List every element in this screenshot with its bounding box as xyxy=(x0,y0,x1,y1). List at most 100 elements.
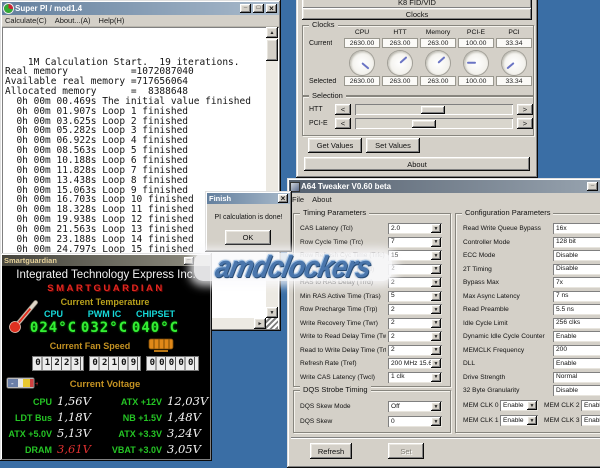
gauge-selected-field[interactable]: 100.00 xyxy=(458,76,494,86)
scroll-right-button[interactable]: ► xyxy=(254,318,266,329)
finish-titlebar[interactable]: Finish × xyxy=(207,193,290,204)
clocks-section-button[interactable]: Clocks xyxy=(302,8,532,20)
dqs-combobox[interactable]: 0 ▼ xyxy=(388,416,442,427)
chevron-down-icon[interactable]: ▼ xyxy=(431,359,441,368)
set-values-button[interactable]: Set Values xyxy=(366,138,420,153)
menu-about[interactable]: About...(A) xyxy=(52,15,96,27)
memclk-combobox[interactable]: Enable ▼ xyxy=(581,415,600,426)
gauge-current-field[interactable]: 100.00 xyxy=(458,38,494,48)
chevron-down-icon[interactable]: ▼ xyxy=(431,238,441,247)
slider-track[interactable] xyxy=(355,118,513,129)
config-combobox[interactable]: 7 ns ▼ xyxy=(553,291,600,302)
config-combobox[interactable]: 128 bit ▼ xyxy=(553,237,600,248)
a64-titlebar[interactable]: A64 Tweaker V0.60 beta _ □ xyxy=(289,180,600,193)
timing-combobox[interactable]: 2 ▼ xyxy=(388,345,442,356)
maximize-button[interactable]: □ xyxy=(253,4,264,13)
watermark-logo: amdclockers xyxy=(192,246,394,288)
config-combobox[interactable]: Disable ▼ xyxy=(553,385,600,396)
gauge-current-field[interactable]: 263.00 xyxy=(420,38,456,48)
slider-decrement-button[interactable]: < xyxy=(335,104,351,115)
chevron-down-icon[interactable]: ▼ xyxy=(431,278,441,287)
gauge-selected-field[interactable]: 2630.00 xyxy=(344,76,380,86)
dqs-combobox[interactable]: Off ▼ xyxy=(388,401,442,412)
timing-combobox[interactable]: 7 ▼ xyxy=(388,237,442,248)
chevron-down-icon[interactable]: ▼ xyxy=(431,417,441,426)
about-button[interactable]: About xyxy=(304,157,530,171)
timing-combobox[interactable]: 2 ▼ xyxy=(388,277,442,288)
memclk-combobox[interactable]: Enable ▼ xyxy=(500,400,538,411)
slider-thumb[interactable] xyxy=(421,106,445,114)
slider-track[interactable] xyxy=(355,104,513,115)
gauge-selected-field[interactable]: 263.00 xyxy=(420,76,456,86)
timing-combobox[interactable]: 2 ▼ xyxy=(388,331,442,342)
config-combobox[interactable]: Normal ▼ xyxy=(553,372,600,383)
chevron-down-icon[interactable]: ▼ xyxy=(431,224,441,233)
config-combobox[interactable]: Enable ▼ xyxy=(553,331,600,342)
get-values-button[interactable]: Get Values xyxy=(308,138,362,153)
scroll-down-button[interactable]: ▼ xyxy=(266,307,278,318)
memclk-combobox[interactable]: Enable ▼ xyxy=(581,400,600,411)
slider-increment-button[interactable]: > xyxy=(517,118,533,129)
timing-label: Write to Read Delay Time (Twtr) xyxy=(300,333,386,340)
chevron-down-icon[interactable]: ▼ xyxy=(527,416,537,425)
smartguardian-titlebar[interactable]: Smartguardian _ xyxy=(2,255,210,266)
menu-calculate[interactable]: Calculate(C) xyxy=(2,15,52,27)
timing-label: Refresh Rate (Tref) xyxy=(300,360,386,367)
config-combobox[interactable]: 7x ▼ xyxy=(553,277,600,288)
config-combobox[interactable]: Disable ▼ xyxy=(553,264,600,275)
chevron-down-icon[interactable]: ▼ xyxy=(431,402,441,411)
superpi-titlebar[interactable]: Super PI / mod1.4 _ □ × xyxy=(2,2,279,15)
dqs-label: DQS Skew xyxy=(300,418,386,425)
chevron-down-icon[interactable]: ▼ xyxy=(431,292,441,301)
gauge-selected-field[interactable]: 33.34 xyxy=(496,76,532,86)
slider-decrement-button[interactable]: < xyxy=(335,118,351,129)
set-button[interactable]: Set xyxy=(388,443,424,459)
chevron-down-icon[interactable]: ▼ xyxy=(431,346,441,355)
config-combobox[interactable]: 256 clks ▼ xyxy=(553,318,600,329)
ok-button[interactable]: OK xyxy=(225,230,271,245)
chevron-down-icon[interactable]: ▼ xyxy=(431,305,441,314)
fan-section-label: Current Fan Speed xyxy=(30,341,150,351)
vertical-scroll-thumb[interactable] xyxy=(266,39,278,61)
timing-combobox[interactable]: 2 ▼ xyxy=(388,318,442,329)
gauge-current-field[interactable]: 33.34 xyxy=(496,38,532,48)
config-combobox[interactable]: 16x ▼ xyxy=(553,223,600,234)
chevron-down-icon[interactable]: ▼ xyxy=(431,319,441,328)
slider-increment-button[interactable]: > xyxy=(517,104,533,115)
timing-combobox[interactable]: 5 ▼ xyxy=(388,291,442,302)
timing-combobox[interactable]: 2 ▼ xyxy=(388,304,442,315)
scroll-up-button[interactable]: ▲ xyxy=(266,27,278,38)
timing-group-legend: Timing Parameters xyxy=(300,208,369,217)
config-combobox[interactable]: 5.5 ns ▼ xyxy=(553,304,600,315)
config-combobox[interactable]: 200 ▼ xyxy=(553,345,600,356)
timing-combobox[interactable]: 2.0 ▼ xyxy=(388,223,442,234)
config-combobox[interactable]: Enable ▼ xyxy=(553,358,600,369)
timing-combobox[interactable]: 1 clk ▼ xyxy=(388,372,442,383)
minimize-button[interactable]: _ xyxy=(240,4,251,13)
minimize-button[interactable]: _ xyxy=(587,182,598,191)
chevron-down-icon[interactable]: ▼ xyxy=(431,373,441,382)
menu-about[interactable]: About xyxy=(309,194,337,206)
gauge-current-field[interactable]: 263.00 xyxy=(382,38,418,48)
refresh-button[interactable]: Refresh xyxy=(310,443,352,459)
timing-combobox[interactable]: 200 MHz 15.6us ▼ xyxy=(388,358,442,369)
voltage-value: 3,05V xyxy=(164,442,210,456)
chevron-down-icon[interactable]: ▼ xyxy=(431,251,441,260)
slider-thumb[interactable] xyxy=(412,120,436,128)
chevron-down-icon[interactable]: ▼ xyxy=(431,265,441,274)
close-button[interactable]: × xyxy=(266,4,277,13)
config-combobox[interactable]: Disable ▼ xyxy=(553,250,600,261)
gauge-current-field[interactable]: 2630.00 xyxy=(344,38,380,48)
close-icon[interactable]: × xyxy=(278,194,288,203)
chevron-down-icon[interactable]: ▼ xyxy=(431,332,441,341)
resize-grip[interactable] xyxy=(266,318,278,329)
timing-combobox[interactable]: 2 ▼ xyxy=(388,264,442,275)
menu-file[interactable]: File xyxy=(289,194,309,206)
gauge-selected-field[interactable]: 263.00 xyxy=(382,76,418,86)
menu-help[interactable]: Help(H) xyxy=(96,15,130,27)
clocks-groupbox: Clocks CPUHTTMemoryPCI-EPCI Current 2630… xyxy=(302,25,534,96)
memclk-combobox[interactable]: Enable ▼ xyxy=(500,415,538,426)
voltage-label: VBAT +3.0V xyxy=(104,445,164,455)
timing-combobox[interactable]: 15 ▼ xyxy=(388,250,442,261)
chevron-down-icon[interactable]: ▼ xyxy=(527,401,537,410)
